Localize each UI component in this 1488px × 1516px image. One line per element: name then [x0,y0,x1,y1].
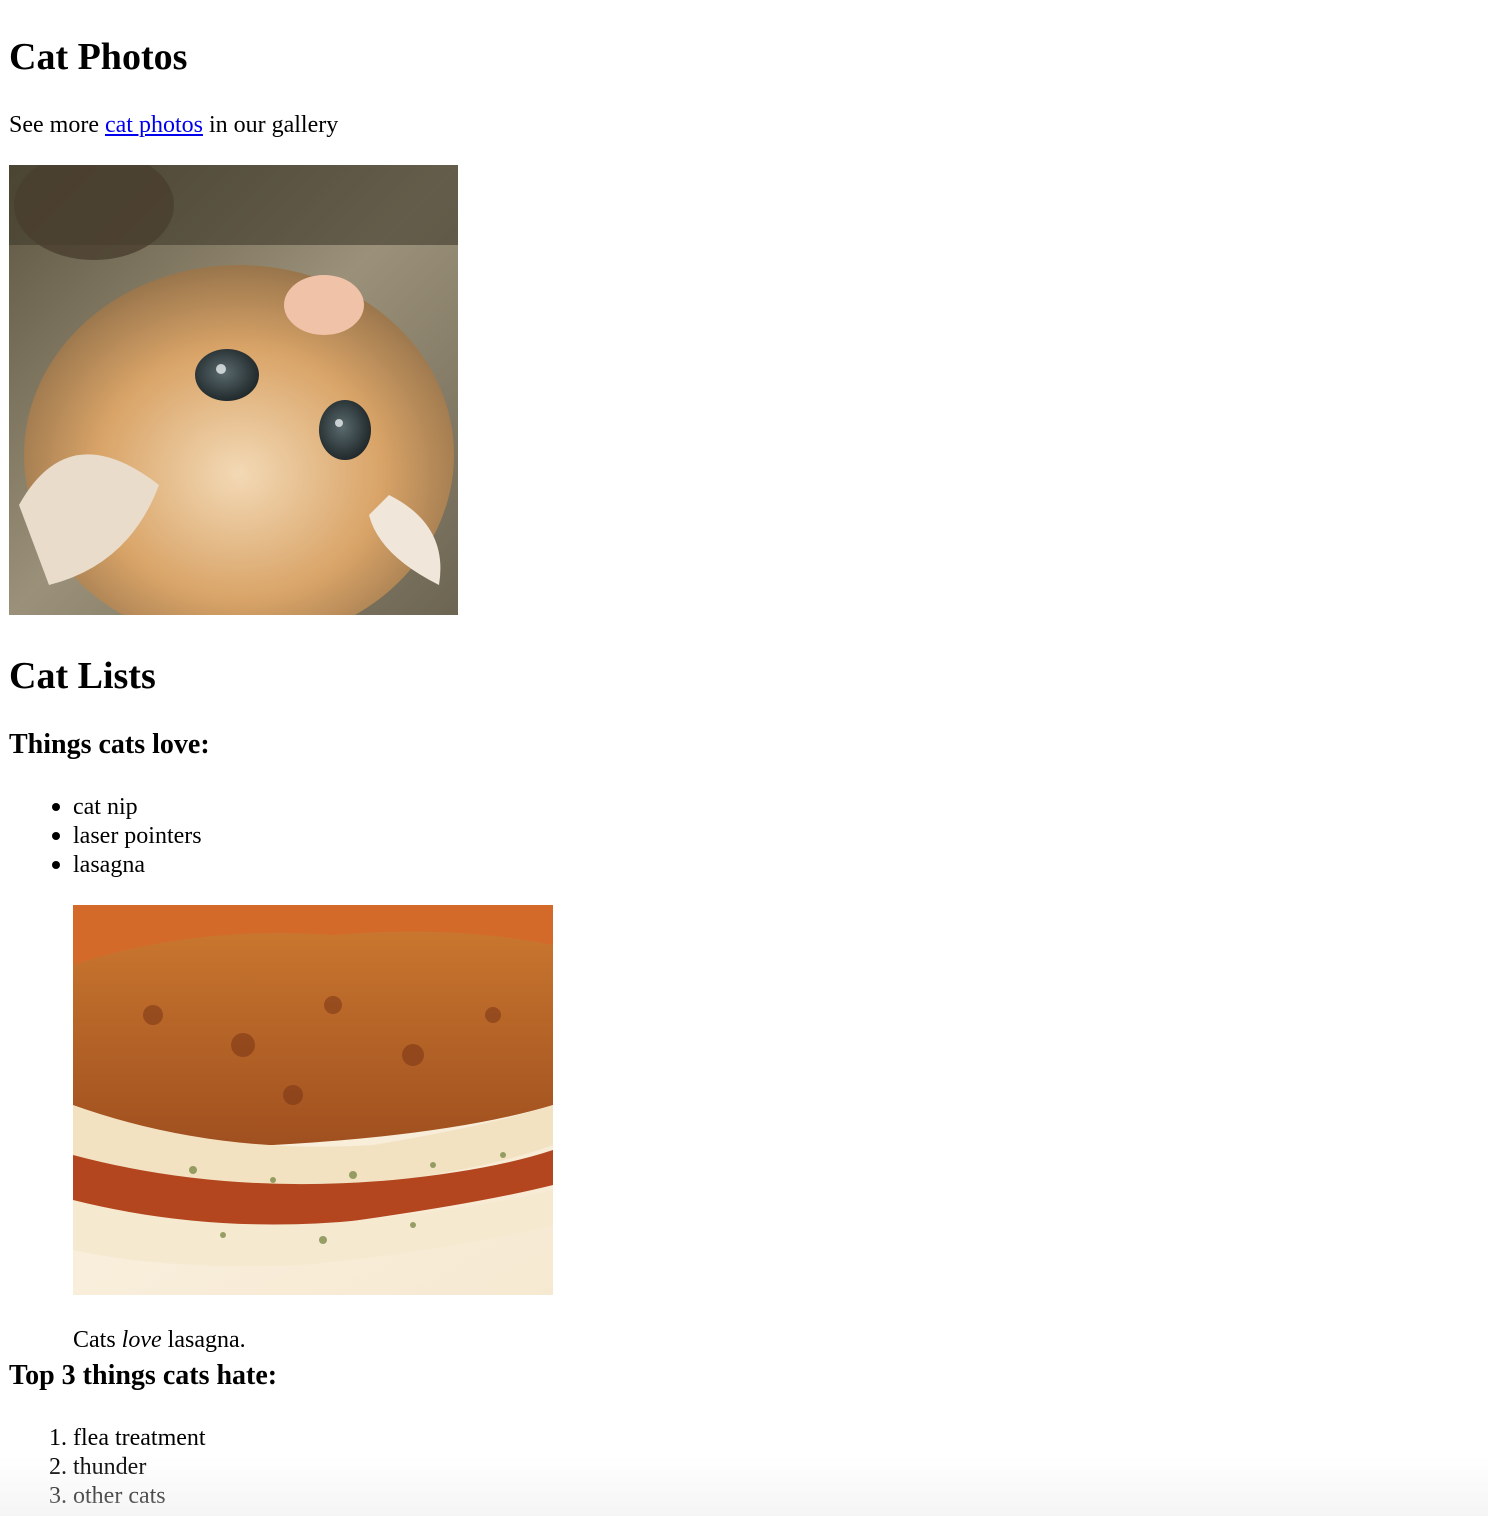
lasagna-caption: Cats love lasagna. [73,1328,246,1352]
list-number: 3. [49,1483,67,1509]
cat-photo[interactable] [9,165,458,615]
intro-paragraph: See more cat photos in our gallery [9,113,338,137]
cat-lists-heading: Cat Lists [9,655,156,697]
lasagna-photo [73,905,553,1295]
caption-emphasis: love [121,1327,162,1353]
list-bullet [52,861,60,869]
bottom-fade [0,1456,1488,1516]
list-item: cat nip [73,794,138,820]
list-item: thunder [73,1454,147,1480]
list-item: lasagna [73,852,145,878]
page-title: Cat Photos [9,36,188,78]
intro-suffix: in our gallery [202,112,339,138]
list-item: other cats [73,1483,166,1509]
list-bullet [52,803,60,811]
list-number: 1. [49,1425,67,1451]
top-3-things-cats-hate-heading: Top 3 things cats hate: [9,1360,278,1391]
list-item: flea treatment [73,1425,206,1451]
caption-prefix: Cats [73,1327,122,1353]
cat-photos-link[interactable]: cat photos [105,112,203,138]
list-bullet [52,832,60,840]
things-cats-love-heading: Things cats love: [9,729,210,760]
list-number: 2. [49,1454,67,1480]
list-item: laser pointers [73,823,202,849]
caption-suffix: lasagna. [161,1327,246,1353]
intro-prefix: See more [9,112,105,138]
